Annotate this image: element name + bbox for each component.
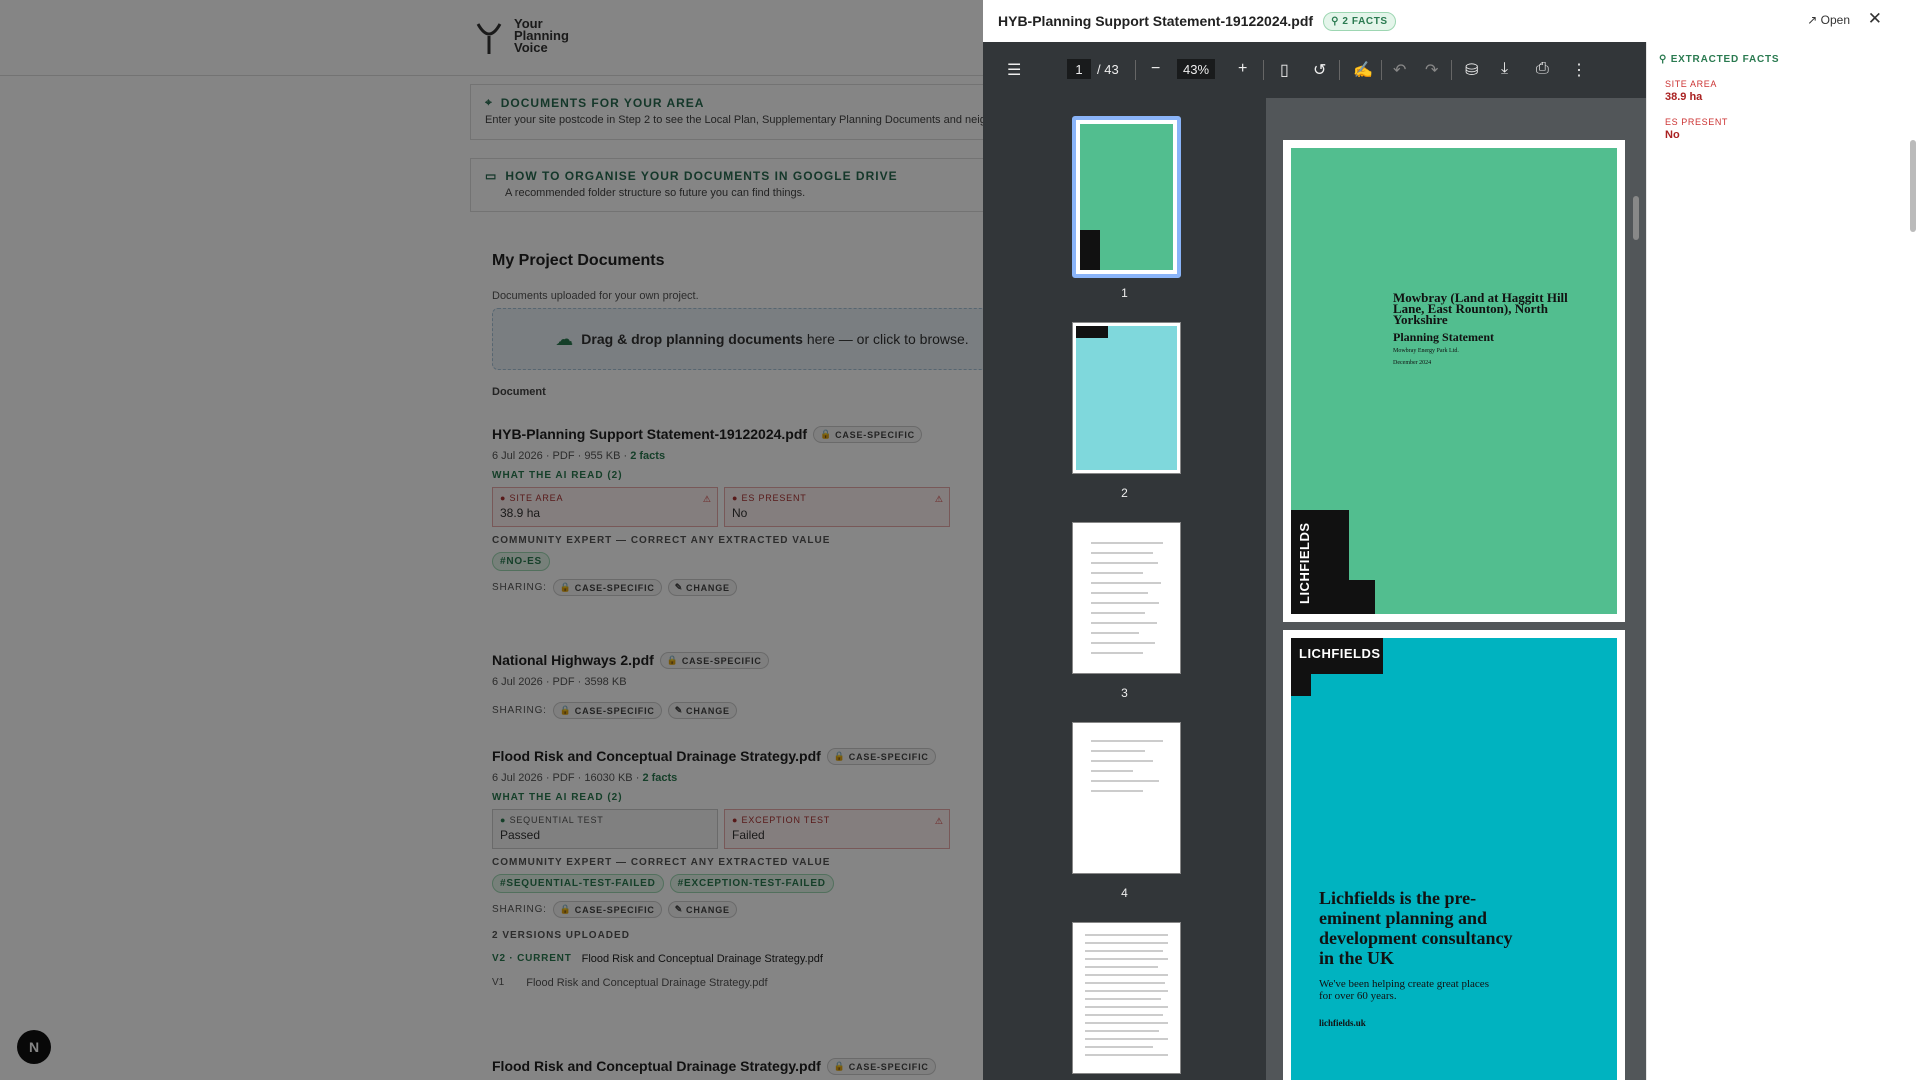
- page-indicator: 1/ 43: [1067, 59, 1119, 79]
- page1-client: Mowbray Energy Park Ltd.: [1393, 348, 1459, 354]
- annotate-icon[interactable]: ✍: [1353, 60, 1373, 80]
- panel-header: HYB-Planning Support Statement-19122024.…: [983, 0, 1920, 42]
- facts-header: ⚲ EXTRACTED FACTS: [1659, 54, 1780, 65]
- zoom-in-icon[interactable]: +: [1238, 60, 1247, 78]
- thumbnail-number: 2: [1121, 486, 1128, 500]
- text-lines-graphic: [1085, 934, 1168, 1056]
- thumbnail-number: 1: [1121, 286, 1128, 300]
- modal-backdrop[interactable]: [0, 0, 983, 1080]
- fit-page-icon[interactable]: ▯: [1280, 60, 1289, 80]
- download-icon[interactable]: ⤓: [1501, 60, 1508, 78]
- zoom-input[interactable]: 43%: [1177, 59, 1215, 79]
- page1-subtitle: Planning Statement: [1393, 330, 1495, 344]
- fact-value[interactable]: No: [1665, 129, 1908, 141]
- external-link-icon: ↗: [1807, 13, 1818, 27]
- pdf-toolbar: ☰ 1/ 43 − 43% + ▯ ↺ ✍ ↶ ↷ ⛁ ⤓ ⎙ ⋮: [983, 42, 1646, 98]
- page2-headline: Lichfields is the pre-eminent planning a…: [1319, 888, 1513, 968]
- thumbnail-page-1[interactable]: [1072, 116, 1181, 278]
- text-lines-graphic: [1091, 740, 1163, 792]
- extracted-facts-panel: ⚲ EXTRACTED FACTS SITE AREA 38.9 ha ES P…: [1646, 42, 1920, 1080]
- save-to-drive-icon[interactable]: ⛁: [1465, 60, 1478, 80]
- fact-label: ES PRESENT: [1665, 117, 1729, 127]
- thumbnail-page-4[interactable]: [1072, 722, 1181, 874]
- page1-title: Mowbray (Land at Haggitt Hill Lane, East…: [1393, 290, 1568, 327]
- menu-icon[interactable]: ☰: [1007, 60, 1021, 80]
- page-scrollbar[interactable]: [1633, 196, 1639, 240]
- undo-icon[interactable]: ↶: [1393, 60, 1406, 80]
- page2-subtitle: We've been helping create great places f…: [1319, 978, 1489, 1002]
- print-icon[interactable]: ⎙: [1536, 60, 1549, 78]
- page1-date: December 2024: [1393, 360, 1432, 366]
- open-external-button[interactable]: ↗ Open: [1807, 13, 1850, 27]
- page2-brand: LICHFIELDS: [1299, 646, 1381, 661]
- pdf-page-2: LICHFIELDS Lichfields is the pre-eminent…: [1283, 630, 1625, 1080]
- fact-value[interactable]: 38.9 ha: [1665, 91, 1908, 103]
- rotate-icon[interactable]: ↺: [1313, 60, 1326, 80]
- thumbnail-page-2[interactable]: [1072, 322, 1181, 474]
- document-preview-panel: HYB-Planning Support Statement-19122024.…: [983, 0, 1920, 1080]
- facts-badge: ⚲ 2 FACTS: [1323, 11, 1396, 31]
- thumbnail-number: 4: [1121, 886, 1128, 900]
- panel-scrollbar[interactable]: [1910, 140, 1916, 232]
- thumbnail-page-3[interactable]: [1072, 522, 1181, 674]
- more-options-icon[interactable]: ⋮: [1571, 60, 1587, 80]
- redo-icon[interactable]: ↷: [1425, 60, 1438, 80]
- text-lines-graphic: [1091, 542, 1163, 654]
- panel-title: HYB-Planning Support Statement-19122024.…: [998, 13, 1314, 29]
- close-icon[interactable]: ✕: [1868, 9, 1882, 29]
- pdf-viewer: ☰ 1/ 43 − 43% + ▯ ↺ ✍ ↶ ↷ ⛁ ⤓ ⎙ ⋮ 1 2 3 …: [983, 42, 1646, 1080]
- fact-label: SITE AREA: [1665, 79, 1717, 89]
- thumbnail-number: 3: [1121, 686, 1128, 700]
- page-input[interactable]: 1: [1067, 59, 1091, 79]
- zoom-out-icon[interactable]: −: [1151, 60, 1160, 78]
- page2-url: lichfields.uk: [1319, 1018, 1366, 1028]
- pdf-page-1: Mowbray (Land at Haggitt Hill Lane, East…: [1283, 140, 1625, 622]
- thumbnail-sidebar: 1 2 3 4: [983, 98, 1279, 1080]
- thumbnail-page-5[interactable]: [1072, 922, 1181, 1074]
- page1-brand: LICHFIELDS: [1297, 522, 1312, 604]
